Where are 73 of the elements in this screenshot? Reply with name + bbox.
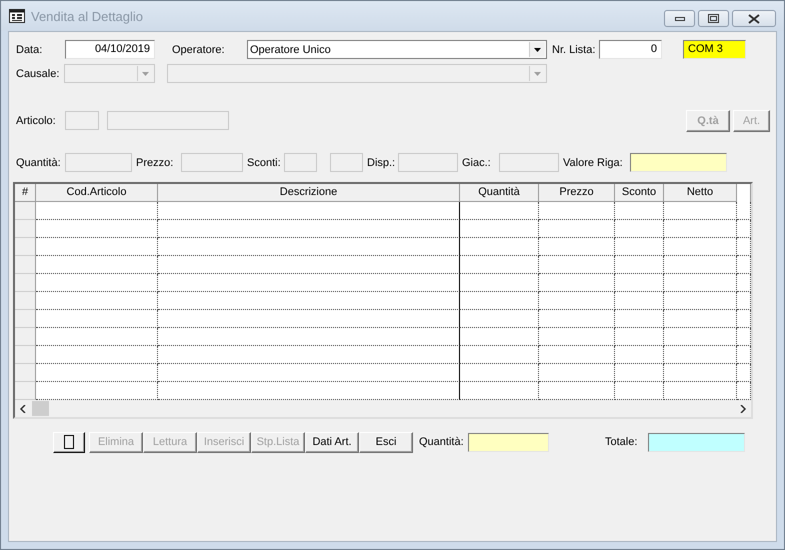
field-label: Causale: [16, 68, 60, 80]
input-field[interactable] [468, 432, 549, 452]
row-header[interactable] [15, 274, 36, 292]
close-icon[interactable] [748, 14, 760, 24]
field-label: Prezzo: [136, 156, 174, 168]
field-label: Sconti: [247, 156, 282, 168]
input-field[interactable] [330, 153, 363, 172]
row-header[interactable] [15, 238, 36, 256]
table-cell [615, 202, 664, 220]
table-cell [615, 346, 664, 364]
field-label: Data: [16, 44, 44, 56]
input-field[interactable] [648, 432, 745, 452]
table-cell [615, 220, 664, 238]
field-label: Giac.: [462, 156, 492, 168]
dropdown-arrow-icon[interactable] [534, 48, 541, 52]
scroll-thumb[interactable] [32, 401, 49, 416]
restore-icon[interactable] [708, 14, 719, 23]
table-cell [615, 328, 664, 346]
field-label: Quantità: [419, 436, 465, 448]
row-header[interactable] [15, 364, 36, 382]
square-icon[interactable] [64, 435, 74, 449]
input-field[interactable] [630, 153, 727, 172]
table-cell [615, 364, 664, 382]
column-header[interactable]: Descrizione [158, 184, 460, 202]
table-cell [615, 292, 664, 310]
field-label: Disp.: [367, 156, 396, 168]
minimize-button[interactable] [664, 10, 695, 27]
field-label: Valore Riga: [563, 156, 624, 168]
input-field[interactable] [107, 111, 229, 130]
column-header[interactable]: Sconto [615, 184, 664, 202]
date-field[interactable]: 04/10/2019 [65, 40, 155, 59]
column-header[interactable]: Cod.Articolo [36, 184, 158, 202]
column-header[interactable]: Quantità [460, 184, 539, 202]
row-header[interactable] [15, 328, 36, 346]
row-header[interactable] [15, 256, 36, 274]
input-field[interactable] [65, 111, 99, 130]
window-title: Vendita al Dettaglio [31, 8, 144, 24]
table-cell [615, 256, 664, 274]
input-field[interactable] [284, 153, 317, 172]
table-cell [615, 310, 664, 328]
close-button[interactable] [732, 10, 776, 27]
action-button[interactable]: Dati Art. [305, 432, 359, 452]
input-field[interactable]: 0 [599, 40, 662, 59]
input-field[interactable] [398, 153, 458, 172]
horizontal-scrollbar[interactable] [15, 400, 751, 417]
column-header[interactable]: Netto [664, 184, 737, 202]
table-cell [615, 238, 664, 256]
station-field[interactable]: COM 3 [683, 40, 746, 59]
stop-button[interactable] [53, 432, 85, 452]
field-label: Operatore: [172, 44, 226, 56]
row-header[interactable] [15, 346, 36, 364]
column-header[interactable]: Prezzo [539, 184, 615, 202]
row-header[interactable] [15, 310, 36, 328]
input-field[interactable] [65, 153, 132, 172]
action-button[interactable]: Esci [359, 432, 413, 452]
input-field[interactable] [499, 153, 559, 172]
row-header[interactable] [15, 202, 36, 220]
column-header[interactable]: # [15, 184, 36, 202]
field-label: Totale: [605, 436, 638, 448]
scroll-right-icon[interactable] [739, 404, 747, 412]
field-label: Nr. Lista: [552, 44, 596, 56]
row-header[interactable] [15, 382, 36, 400]
input-field[interactable] [181, 153, 243, 172]
maximize-button[interactable] [698, 10, 729, 27]
scroll-left-icon[interactable] [19, 404, 27, 412]
table-cell [615, 274, 664, 292]
field-label: Quantità: [16, 156, 62, 168]
window-icon [9, 9, 25, 23]
row-header[interactable] [15, 292, 36, 310]
row-header[interactable] [15, 220, 36, 238]
dropdown[interactable]: Operatore Unico [247, 40, 547, 59]
minimize-icon[interactable] [674, 16, 684, 20]
field-label: Articolo: [16, 114, 57, 126]
